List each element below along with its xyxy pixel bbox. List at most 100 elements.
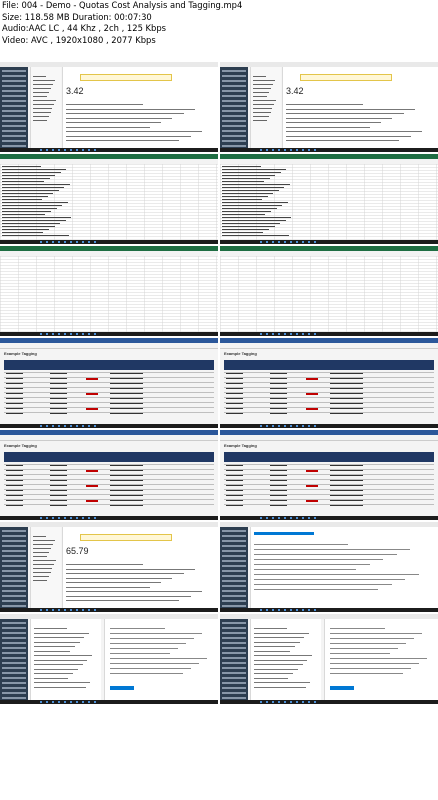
taskbar-icon — [308, 148, 310, 151]
text-line — [254, 682, 311, 684]
text-line — [254, 632, 310, 634]
text-line — [226, 465, 243, 467]
text-line — [286, 135, 411, 137]
sidebar-item — [222, 657, 246, 659]
text-line — [33, 100, 57, 102]
taskbar-icon — [302, 608, 304, 611]
text-line — [66, 122, 162, 124]
text-line — [254, 559, 384, 561]
text-line — [254, 659, 308, 661]
sidebar-item — [2, 555, 26, 557]
text-line — [2, 226, 55, 228]
taskbar-icon — [40, 240, 42, 243]
text-line — [2, 205, 63, 207]
taskbar-icon — [58, 608, 60, 611]
taskbar-icon — [278, 332, 280, 335]
taskbar-icon — [278, 700, 280, 703]
sidebar-item — [222, 540, 246, 542]
taskbar — [220, 239, 438, 244]
text-line — [6, 480, 23, 482]
taskbar-icon — [94, 424, 96, 427]
text-line — [330, 653, 390, 655]
sidebar-item — [2, 622, 26, 624]
toolbar-button — [254, 532, 314, 535]
text-line — [253, 76, 267, 78]
text-line — [34, 659, 88, 661]
text-line — [50, 413, 67, 415]
text-line — [33, 544, 54, 546]
excel-grid — [0, 256, 218, 332]
sidebar-item — [222, 600, 246, 602]
sidebar-item — [2, 595, 26, 597]
text-line — [66, 131, 202, 133]
text-line — [270, 388, 287, 390]
table-row — [224, 474, 434, 475]
text-line — [66, 568, 195, 570]
table-row — [4, 499, 214, 500]
taskbar-icon — [94, 148, 96, 151]
text-line — [222, 223, 281, 225]
sidebar-item — [222, 70, 246, 72]
sidebar-item — [222, 550, 246, 552]
sidebar-item — [2, 560, 26, 562]
required-flag — [306, 393, 318, 395]
text-line — [50, 480, 67, 482]
text-line — [33, 92, 50, 94]
sidebar-item — [222, 687, 246, 689]
text-line — [110, 663, 199, 665]
word-ribbon — [0, 343, 218, 349]
taskbar-icon — [278, 516, 280, 519]
text-line — [222, 175, 276, 177]
sidebar-item — [2, 75, 26, 77]
taskbar-icon — [266, 148, 268, 151]
taskbar-icon — [52, 700, 54, 703]
sidebar-item — [2, 130, 26, 132]
text-line — [254, 589, 379, 591]
thumbnail-example-tagging: Example Tagging — [0, 338, 218, 428]
taskbar-icon — [284, 332, 286, 335]
table-row — [4, 392, 214, 393]
text-line — [330, 490, 363, 492]
table-row — [224, 402, 434, 403]
taskbar — [0, 423, 218, 428]
text-line — [34, 637, 85, 639]
text-line — [330, 373, 363, 375]
sidebar-item — [2, 125, 26, 127]
sidebar-item — [222, 75, 246, 77]
required-flag — [86, 393, 98, 395]
taskbar-icon — [40, 148, 42, 151]
text-line — [50, 500, 67, 502]
taskbar-icon — [296, 240, 298, 243]
taskbar-icon — [76, 148, 78, 151]
text-line — [110, 393, 143, 395]
required-flag — [86, 408, 98, 410]
taskbar-icon — [64, 424, 66, 427]
table-row — [224, 407, 434, 408]
text-line — [253, 104, 275, 106]
taskbar-icon — [40, 424, 42, 427]
text-line — [270, 500, 287, 502]
text-line — [6, 465, 23, 467]
sidebar-item — [222, 627, 246, 629]
text-line — [2, 202, 68, 204]
sidebar-item — [222, 677, 246, 679]
text-line — [253, 88, 272, 90]
text-line — [330, 465, 363, 467]
taskbar-icon — [70, 332, 72, 335]
text-line — [33, 576, 49, 578]
text-line — [226, 408, 243, 410]
taskbar — [0, 699, 218, 704]
text-line — [66, 573, 184, 575]
text-line — [270, 495, 287, 497]
text-line — [222, 187, 285, 189]
text-line — [110, 383, 143, 385]
taskbar-icon — [94, 516, 96, 519]
table-row — [4, 397, 214, 398]
text-line — [270, 480, 287, 482]
sidebar-item — [2, 662, 26, 664]
sidebar-item — [2, 682, 26, 684]
text-line — [33, 580, 47, 582]
taskbar-icon — [46, 700, 48, 703]
text-line — [34, 673, 73, 675]
text-line — [226, 475, 243, 477]
